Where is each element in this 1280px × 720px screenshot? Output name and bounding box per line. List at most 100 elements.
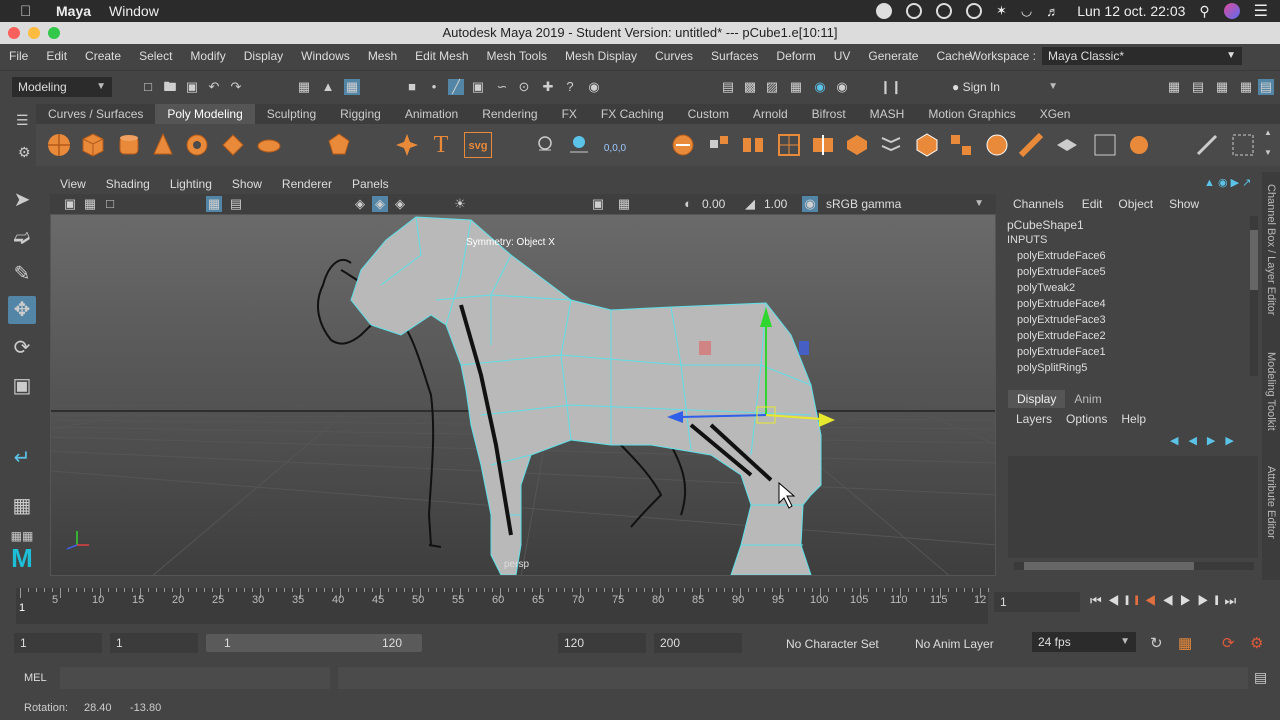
time-machine-icon[interactable] [965, 3, 982, 19]
help-icon[interactable]: ? [562, 79, 578, 95]
loop-icon[interactable]: ↻ [1150, 634, 1163, 652]
grid-icon[interactable]: ▦ [206, 196, 222, 212]
shelf-scroll-up-icon[interactable]: ▲ [1264, 128, 1272, 137]
select-hierarchy-icon[interactable]: ▦ [296, 79, 312, 95]
start-time-field[interactable]: 1 [14, 633, 102, 653]
tab-fx-caching[interactable]: FX Caching [589, 104, 676, 124]
tab-attribute-editor[interactable]: Attribute Editor [1265, 466, 1277, 539]
vp-menu-panels[interactable]: Panels [342, 177, 399, 191]
step-forward-key-icon[interactable]: ▶❙ [1197, 593, 1224, 608]
save-scene-icon[interactable]: ▣ [184, 79, 200, 95]
combine-icon[interactable] [532, 132, 558, 158]
colorspace-dropdown[interactable]: sRGB gamma ▼ [820, 194, 990, 214]
tab-curves-surfaces[interactable]: Curves / Surfaces [36, 104, 155, 124]
undo-icon[interactable]: ↶ [206, 79, 222, 95]
tab-poly-modeling[interactable]: Poly Modeling [155, 104, 255, 124]
character-set-dropdown[interactable]: No Character Set [786, 637, 879, 651]
svg-icon[interactable]: svg [464, 132, 492, 158]
layer-menu-options[interactable]: Options [1066, 412, 1107, 426]
menu-deform[interactable]: Deform [767, 49, 824, 63]
range-slider[interactable]: 1 120 [206, 634, 422, 652]
rotate-tool-icon[interactable]: ⟳ [8, 334, 36, 362]
face-mode-icon[interactable]: ▣ [470, 79, 486, 95]
vertex-mode-icon[interactable]: ■ [404, 79, 420, 95]
tab-bifrost[interactable]: Bifrost [800, 104, 858, 124]
bridge-icon[interactable] [740, 132, 766, 158]
tab-motion-graphics[interactable]: Motion Graphics [916, 104, 1027, 124]
platonic-solid-icon[interactable] [326, 132, 352, 158]
shelf-scroll-down-icon[interactable]: ▼ [1264, 148, 1272, 157]
camera-select-icon[interactable]: ▣ [62, 196, 78, 212]
tab-rigging[interactable]: Rigging [328, 104, 393, 124]
menu-mesh-display[interactable]: Mesh Display [556, 49, 646, 63]
vp-menu-shading[interactable]: Shading [96, 177, 160, 191]
tab-fx[interactable]: FX [550, 104, 589, 124]
vp-menu-show[interactable]: Show [222, 177, 272, 191]
lights-icon[interactable]: ☀ [452, 196, 468, 212]
script-editor-icon[interactable]: ▤ [1254, 669, 1267, 686]
zoom-window-button[interactable] [48, 27, 60, 39]
poly-cone-icon[interactable] [150, 132, 176, 158]
freeze-transform-icon[interactable]: 0,0,0 [602, 132, 628, 158]
end-time-field[interactable]: 200 [654, 633, 742, 653]
wireframe-icon[interactable]: ◈ [352, 196, 368, 212]
point-mode-icon[interactable]: • [426, 79, 442, 95]
append-icon[interactable] [776, 132, 802, 158]
snap-curve-icon[interactable]: ∽ [494, 79, 510, 95]
cb-menu-edit[interactable]: Edit [1082, 197, 1103, 211]
3d-viewport[interactable]: Symmetry: Object X persp [50, 214, 996, 576]
app-menu[interactable]: Maya [56, 3, 91, 19]
input-node[interactable]: polyExtrudeFace1 [1017, 346, 1106, 358]
sign-in-button[interactable]: ● Sign In ▼ [946, 77, 1064, 97]
exposure-icon[interactable]: ◐ [680, 196, 696, 212]
menu-edit[interactable]: Edit [37, 49, 76, 63]
bluetooth-icon[interactable]: ✶ [996, 3, 1007, 19]
tab-arnold[interactable]: Arnold [741, 104, 800, 124]
command-input[interactable] [60, 667, 330, 689]
layer-menu-layers[interactable]: Layers [1016, 412, 1052, 426]
xray-icon[interactable]: ▦ [616, 196, 632, 212]
arnold-icon[interactable]: ◉ [834, 79, 850, 95]
anim-layer-dropdown[interactable]: No Anim Layer [915, 637, 994, 651]
poly-cube-icon[interactable] [80, 132, 106, 158]
menu-uv[interactable]: UV [825, 49, 860, 63]
triangulate-icon[interactable] [984, 132, 1010, 158]
textured-icon[interactable]: ◈ [392, 196, 408, 212]
uv-editor-icon[interactable] [1092, 132, 1118, 158]
tab-modeling-toolkit[interactable]: Modeling Toolkit [1265, 352, 1277, 431]
extrude-icon[interactable] [670, 132, 696, 158]
lock-icon[interactable]: ◉ [586, 79, 602, 95]
play-back-icon[interactable]: ◀ [1162, 593, 1180, 608]
input-node[interactable]: polySplitRing5 [1017, 362, 1087, 374]
smooth-shade-icon[interactable]: ◈ [372, 196, 388, 212]
menu-generate[interactable]: Generate [859, 49, 927, 63]
layer-menu-help[interactable]: Help [1121, 412, 1146, 426]
separate-icon[interactable] [1054, 132, 1080, 158]
tab-display[interactable]: Display [1008, 390, 1066, 408]
poly-torus-icon[interactable] [184, 132, 210, 158]
menu-create[interactable]: Create [76, 49, 130, 63]
render-frame-icon[interactable]: ▩ [742, 79, 758, 95]
sculpt-brush-icon[interactable] [1194, 132, 1220, 158]
workspace-dropdown[interactable]: Maya Classic* ▼ [1042, 47, 1242, 65]
step-back-frame-icon[interactable]: ❙◀ [1135, 593, 1162, 608]
menu-display[interactable]: Display [235, 49, 292, 63]
record-icon[interactable] [875, 3, 892, 19]
poly-cylinder-icon[interactable] [116, 132, 142, 158]
vp-menu-renderer[interactable]: Renderer [272, 177, 342, 191]
tab-rendering[interactable]: Rendering [470, 104, 549, 124]
last-tool-icon[interactable]: ↵ [8, 444, 36, 472]
menu-mesh[interactable]: Mesh [359, 49, 406, 63]
dollar-icon[interactable] [935, 3, 952, 19]
new-scene-icon[interactable]: □ [140, 79, 156, 95]
window-menu[interactable]: Window [109, 3, 159, 19]
playback-end-field[interactable]: 120 [558, 633, 646, 653]
menu-windows[interactable]: Windows [292, 49, 359, 63]
cb-menu-channels[interactable]: Channels [1013, 197, 1064, 211]
ipr-icon[interactable]: ▨ [764, 79, 780, 95]
edge-mode-icon[interactable]: ╱ [448, 79, 464, 95]
target-weld-icon[interactable] [844, 132, 870, 158]
uv-layout-icon[interactable] [1126, 132, 1152, 158]
open-scene-icon[interactable]: 🖿 [162, 79, 178, 95]
tab-anim[interactable]: Anim [1065, 390, 1110, 408]
